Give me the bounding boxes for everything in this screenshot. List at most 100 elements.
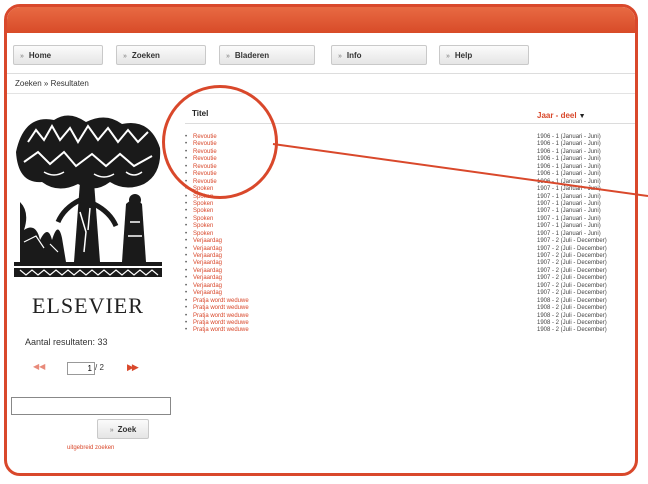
result-title-link[interactable]: Spoken: [193, 201, 213, 208]
search-input[interactable]: [11, 397, 171, 415]
result-title-link[interactable]: Pratja wordt weduwe: [193, 327, 249, 334]
sidebar: ELSEVIER Aantal resultaten: 33 ◀◀ / 2 ▶▶…: [7, 97, 171, 473]
nav-zoeken-button[interactable]: » Zoeken: [116, 45, 206, 65]
result-title-link[interactable]: Verjaardag: [193, 253, 222, 260]
bullet-icon: •: [185, 327, 188, 334]
table-row: • Spoken 1907 - 1 (Januari - Juni): [185, 201, 635, 208]
nav-divider: [7, 73, 635, 74]
bullet-icon: •: [185, 319, 188, 326]
result-title-link[interactable]: Pratja wordt weduwe: [193, 305, 249, 312]
table-row: • Verjaardag 1907 - 2 (Juli - December): [185, 283, 635, 290]
result-title-link[interactable]: Spoken: [193, 208, 213, 215]
nav-info-button[interactable]: » Info: [331, 45, 427, 65]
arrow-right-icon: »: [109, 427, 114, 434]
nav-zoeken-label: Zoeken: [131, 51, 160, 60]
elsevier-tree-logo: [14, 112, 162, 277]
search-button-label: Zoek: [117, 425, 137, 434]
result-year: 1907 - 2 (Juli - December): [537, 267, 607, 274]
nav-bladeren-label: Bladeren: [234, 51, 270, 60]
bullet-icon: •: [185, 215, 188, 222]
table-row: • Verjaardag 1907 - 2 (Juli - December): [185, 290, 635, 297]
top-banner: [7, 7, 635, 33]
table-row: • Pratja wordt weduwe 1908 - 2 (Juli - Dec…: [185, 298, 635, 305]
nav-help-button[interactable]: » Help: [439, 45, 529, 65]
table-row: • Pratja wordt weduwe 1908 - 2 (Juli - Dec…: [185, 327, 635, 334]
bullet-icon: •: [185, 297, 188, 304]
result-year: 1908 - 2 (Juli - December): [537, 297, 607, 304]
highlight-circle: [162, 85, 278, 199]
table-row: • Spoken 1907 - 1 (Januari - Juni): [185, 231, 635, 238]
result-year: 1907 - 2 (Juli - December): [537, 238, 607, 245]
table-row: • Verjaardag 1907 - 2 (Juli - December): [185, 275, 635, 282]
column-header-year[interactable]: Jaar - deel ▼: [537, 111, 586, 120]
result-title-link[interactable]: Verjaardag: [193, 246, 222, 253]
bullet-icon: •: [185, 200, 188, 207]
table-row: • Pratja wordt weduwe 1908 - 2 (Juli - Dec…: [185, 305, 635, 312]
result-year: 1906 - 1 (Januari - Juni): [537, 134, 601, 140]
bullet-icon: •: [185, 223, 188, 230]
result-year: 1907 - 1 (Januari - Juni): [537, 200, 601, 207]
nav-info-label: Info: [346, 51, 362, 60]
nav-home-label: Home: [28, 51, 52, 60]
advanced-search-link[interactable]: uitgebreid zoeken: [67, 445, 114, 451]
page-number-input[interactable]: [67, 362, 95, 375]
bullet-icon: •: [185, 282, 188, 289]
bullet-icon: •: [185, 290, 188, 297]
result-title-link[interactable]: Pratja wordt weduwe: [193, 313, 249, 320]
nav-bladeren-button[interactable]: » Bladeren: [219, 45, 315, 65]
publisher-name: ELSEVIER: [32, 293, 144, 318]
nav-home-button[interactable]: » Home: [13, 45, 103, 65]
table-row: • Verjaardag 1907 - 2 (Juli - December): [185, 260, 635, 267]
arrow-right-icon: »: [20, 53, 24, 60]
bullet-icon: •: [185, 275, 188, 282]
table-row: • Spoken 1907 - 1 (Januari - Juni): [185, 194, 635, 201]
result-year: 1906 - 1 (Januari - Juni): [537, 163, 601, 170]
sort-down-icon: ▼: [578, 113, 586, 120]
result-title-link[interactable]: Spoken: [193, 223, 213, 230]
browser-frame: » Home » Zoeken » Bladeren » Info » Help Zoek…: [4, 4, 638, 476]
result-year: 1907 - 2 (Juli - December): [537, 253, 607, 259]
table-row: • Verjaardag 1907 - 2 (Juli - December): [185, 246, 635, 253]
result-year: 1906 - 1 (Januari - Juni): [537, 141, 601, 148]
result-title-link[interactable]: Pratja wordt weduwe: [193, 298, 249, 305]
result-year: 1907 - 1 (Januari - Juni): [537, 186, 601, 193]
result-year: 1907 - 1 (Januari - Juni): [537, 193, 601, 200]
column-header-year-label: Jaar - deel: [537, 111, 577, 120]
arrow-right-icon: »: [123, 53, 127, 60]
bullet-icon: •: [185, 305, 188, 312]
result-year: 1907 - 2 (Juli - December): [537, 275, 607, 282]
result-year: 1906 - 1 (Januari - Juni): [537, 178, 601, 185]
result-title-link[interactable]: Verjaardag: [193, 238, 222, 245]
next-page-icon[interactable]: ▶▶: [127, 362, 139, 373]
arrow-right-icon: »: [226, 53, 230, 60]
first-page-icon[interactable]: ◀◀: [33, 362, 45, 371]
result-title-link[interactable]: Verjaardag: [193, 260, 222, 267]
search-button[interactable]: » Zoek: [97, 419, 149, 439]
result-year: 1907 - 1 (Januari - Juni): [537, 208, 601, 215]
result-title-link[interactable]: Spoken: [193, 216, 213, 223]
result-year: 1907 - 1 (Januari - Juni): [537, 230, 601, 237]
result-title-link[interactable]: Verjaardag: [193, 268, 222, 275]
bullet-icon: •: [185, 260, 188, 267]
page-total: / 2: [95, 363, 104, 372]
result-title-link[interactable]: Verjaardag: [193, 283, 222, 290]
bullet-icon: •: [185, 245, 188, 252]
result-title-link[interactable]: Verjaardag: [193, 275, 222, 282]
table-row: • Verjaardag 1907 - 2 (Juli - December): [185, 238, 635, 245]
result-title-link[interactable]: Spoken: [193, 231, 213, 238]
result-year: 1907 - 1 (Januari - Juni): [537, 223, 601, 230]
results-count: Aantal resultaten: 33: [25, 337, 108, 347]
arrow-right-icon: »: [338, 53, 342, 60]
breadcrumb-divider: [7, 93, 635, 94]
result-year: 1908 - 2 (Juli - December): [537, 312, 607, 319]
table-row: • Spoken 1907 - 1 (Januari - Juni): [185, 216, 635, 223]
bullet-icon: •: [185, 253, 188, 259]
result-title-link[interactable]: Verjaardag: [193, 290, 222, 297]
result-year: 1908 - 2 (Juli - December): [537, 319, 607, 326]
table-row: • Verjaardag 1907 - 2 (Juli - December): [185, 268, 635, 275]
bullet-icon: •: [185, 267, 188, 274]
pagination: ◀◀ / 2 ▶▶: [21, 362, 161, 378]
result-year: 1907 - 2 (Juli - December): [537, 290, 607, 297]
result-year: 1907 - 1 (Januari - Juni): [537, 215, 601, 222]
result-title-link[interactable]: Pratja wordt weduwe: [193, 320, 249, 327]
